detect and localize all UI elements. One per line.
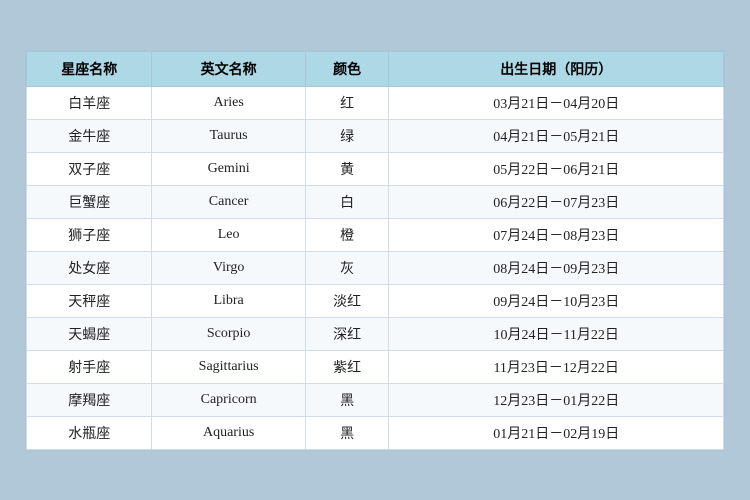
cell-date: 05月22日－06月21日 <box>389 152 724 185</box>
cell-en: Aries <box>152 86 305 119</box>
cell-date: 08月24日－09月23日 <box>389 251 724 284</box>
cell-cn: 摩羯座 <box>27 383 152 416</box>
cell-date: 07月24日－08月23日 <box>389 218 724 251</box>
cell-date: 03月21日－04月20日 <box>389 86 724 119</box>
header-color: 颜色 <box>305 51 389 86</box>
table-row: 天秤座Libra淡红09月24日－10月23日 <box>27 284 724 317</box>
table-body: 白羊座Aries红03月21日－04月20日金牛座Taurus绿04月21日－0… <box>27 86 724 449</box>
cell-color: 灰 <box>305 251 389 284</box>
cell-en: Virgo <box>152 251 305 284</box>
header-date: 出生日期（阳历） <box>389 51 724 86</box>
cell-color: 紫红 <box>305 350 389 383</box>
cell-en: Sagittarius <box>152 350 305 383</box>
cell-date: 12月23日－01月22日 <box>389 383 724 416</box>
cell-en: Capricorn <box>152 383 305 416</box>
cell-en: Libra <box>152 284 305 317</box>
cell-date: 06月22日－07月23日 <box>389 185 724 218</box>
cell-date: 09月24日－10月23日 <box>389 284 724 317</box>
table-row: 白羊座Aries红03月21日－04月20日 <box>27 86 724 119</box>
cell-color: 红 <box>305 86 389 119</box>
cell-en: Gemini <box>152 152 305 185</box>
cell-en: Cancer <box>152 185 305 218</box>
cell-en: Leo <box>152 218 305 251</box>
table-row: 双子座Gemini黄05月22日－06月21日 <box>27 152 724 185</box>
cell-cn: 天秤座 <box>27 284 152 317</box>
table-row: 天蝎座Scorpio深红10月24日－11月22日 <box>27 317 724 350</box>
cell-date: 11月23日－12月22日 <box>389 350 724 383</box>
cell-color: 黑 <box>305 416 389 449</box>
cell-color: 黑 <box>305 383 389 416</box>
table-row: 射手座Sagittarius紫红11月23日－12月22日 <box>27 350 724 383</box>
table-row: 水瓶座Aquarius黑01月21日－02月19日 <box>27 416 724 449</box>
table-row: 金牛座Taurus绿04月21日－05月21日 <box>27 119 724 152</box>
zodiac-table-container: 星座名称 英文名称 颜色 出生日期（阳历） 白羊座Aries红03月21日－04… <box>25 50 725 451</box>
cell-color: 白 <box>305 185 389 218</box>
header-en: 英文名称 <box>152 51 305 86</box>
cell-en: Scorpio <box>152 317 305 350</box>
cell-color: 绿 <box>305 119 389 152</box>
table-row: 巨蟹座Cancer白06月22日－07月23日 <box>27 185 724 218</box>
table-row: 摩羯座Capricorn黑12月23日－01月22日 <box>27 383 724 416</box>
cell-date: 04月21日－05月21日 <box>389 119 724 152</box>
cell-en: Aquarius <box>152 416 305 449</box>
header-cn: 星座名称 <box>27 51 152 86</box>
table-row: 狮子座Leo橙07月24日－08月23日 <box>27 218 724 251</box>
cell-cn: 双子座 <box>27 152 152 185</box>
cell-cn: 水瓶座 <box>27 416 152 449</box>
cell-date: 10月24日－11月22日 <box>389 317 724 350</box>
cell-color: 淡红 <box>305 284 389 317</box>
cell-cn: 射手座 <box>27 350 152 383</box>
cell-color: 深红 <box>305 317 389 350</box>
cell-cn: 狮子座 <box>27 218 152 251</box>
cell-color: 橙 <box>305 218 389 251</box>
cell-cn: 天蝎座 <box>27 317 152 350</box>
cell-cn: 巨蟹座 <box>27 185 152 218</box>
table-header-row: 星座名称 英文名称 颜色 出生日期（阳历） <box>27 51 724 86</box>
cell-color: 黄 <box>305 152 389 185</box>
cell-cn: 金牛座 <box>27 119 152 152</box>
cell-en: Taurus <box>152 119 305 152</box>
table-row: 处女座Virgo灰08月24日－09月23日 <box>27 251 724 284</box>
cell-cn: 处女座 <box>27 251 152 284</box>
cell-date: 01月21日－02月19日 <box>389 416 724 449</box>
cell-cn: 白羊座 <box>27 86 152 119</box>
zodiac-table: 星座名称 英文名称 颜色 出生日期（阳历） 白羊座Aries红03月21日－04… <box>26 51 724 450</box>
